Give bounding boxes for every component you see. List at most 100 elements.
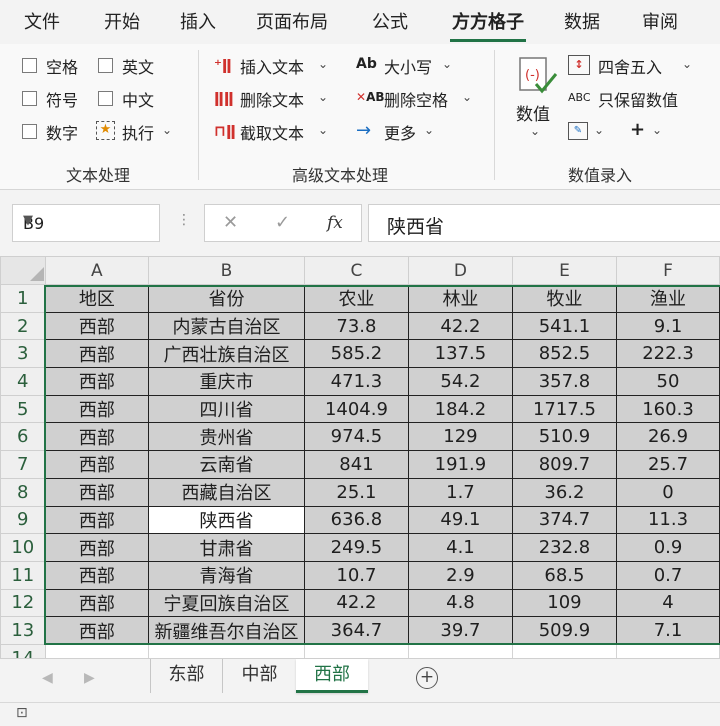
cell-e6[interactable]: 510.9	[511, 422, 618, 452]
tab-file[interactable]: 文件	[24, 8, 60, 34]
column-header-c[interactable]: C	[303, 256, 410, 285]
execute-button[interactable]: ★ 执行 ⌄	[96, 120, 182, 143]
cell-b12[interactable]: 宁夏回族自治区	[148, 588, 305, 618]
add-menu-button[interactable]: + ⌄	[628, 119, 672, 144]
cell-a5[interactable]: 西部	[44, 394, 150, 424]
format-menu-button[interactable]: ✎ ⌄	[568, 120, 616, 144]
case-button[interactable]: Ab 大小写 ⌄	[356, 54, 456, 78]
prev-sheet-icon[interactable]: ◀	[42, 670, 53, 686]
cell-d9[interactable]: 49.1	[408, 505, 513, 535]
cell-a7[interactable]: 西部	[44, 450, 150, 479]
add-sheet-icon[interactable]: +	[416, 667, 438, 689]
cell-a1[interactable]: 地区	[44, 284, 150, 313]
cell-f12[interactable]: 4	[616, 588, 720, 618]
cell-c6[interactable]: 974.5	[303, 422, 410, 452]
cell-c8[interactable]: 25.1	[303, 477, 410, 507]
cell-e12[interactable]: 109	[511, 588, 618, 618]
column-header-b[interactable]: B	[148, 256, 305, 285]
keep-values-button[interactable]: ABC 只保留数值	[568, 87, 698, 111]
cell-d5[interactable]: 184.2	[408, 394, 513, 424]
cell-c3[interactable]: 585.2	[303, 339, 410, 369]
cell-a13[interactable]: 西部	[44, 616, 150, 645]
cell-e8[interactable]: 36.2	[511, 477, 618, 507]
cell-a6[interactable]: 西部	[44, 422, 150, 452]
function-icon[interactable]: fx	[327, 213, 343, 233]
cell-f9[interactable]: 11.3	[616, 505, 720, 535]
cell-c14[interactable]	[303, 643, 410, 658]
row-header[interactable]: 2	[0, 311, 46, 341]
sheet-tab-east[interactable]: 东部	[150, 659, 222, 693]
tab-review[interactable]: 审阅	[642, 8, 678, 34]
name-box[interactable]: B9 ▼	[12, 204, 160, 242]
row-header[interactable]: 6	[0, 422, 46, 452]
cell-c10[interactable]: 249.5	[303, 533, 410, 562]
cell-c13[interactable]: 364.7	[303, 616, 410, 645]
round-button[interactable]: ↕ 四舍五入 ⌄	[568, 54, 698, 78]
cell-e11[interactable]: 68.5	[511, 560, 618, 590]
tab-insert[interactable]: 插入	[180, 8, 216, 34]
insert-text-button[interactable]: ⁺ǁ 插入文本 ⌄	[214, 54, 332, 78]
cell-f8[interactable]: 0	[616, 477, 720, 507]
cell-b4[interactable]: 重庆市	[148, 367, 305, 396]
cell-a10[interactable]: 西部	[44, 533, 150, 562]
cell-c2[interactable]: 73.8	[303, 311, 410, 341]
cell-e14[interactable]	[511, 643, 618, 658]
cell-b1[interactable]: 省份	[148, 284, 305, 313]
cell-b2[interactable]: 内蒙古自治区	[148, 311, 305, 341]
cell-b8[interactable]: 西藏自治区	[148, 477, 305, 507]
cell-a3[interactable]: 西部	[44, 339, 150, 369]
cell-b5[interactable]: 四川省	[148, 394, 305, 424]
cell-d13[interactable]: 39.7	[408, 616, 513, 645]
cell-b7[interactable]: 云南省	[148, 450, 305, 479]
cell-f11[interactable]: 0.7	[616, 560, 720, 590]
accessibility-icon[interactable]: ⊡	[16, 705, 28, 721]
cell-d7[interactable]: 191.9	[408, 450, 513, 479]
cell-f13[interactable]: 7.1	[616, 616, 720, 645]
row-header[interactable]: 5	[0, 394, 46, 424]
cell-c11[interactable]: 10.7	[303, 560, 410, 590]
tab-data[interactable]: 数据	[564, 8, 600, 34]
cell-f4[interactable]: 50	[616, 367, 720, 396]
cell-e3[interactable]: 852.5	[511, 339, 618, 369]
tab-fangfang-gezi[interactable]: 方方格子	[450, 8, 526, 42]
chinese-checkbox[interactable]	[98, 91, 113, 106]
cell-f6[interactable]: 26.9	[616, 422, 720, 452]
cell-b3[interactable]: 广西壮族自治区	[148, 339, 305, 369]
row-header[interactable]: 9	[0, 505, 46, 535]
cell-a9[interactable]: 西部	[44, 505, 150, 535]
value-button[interactable]: (-) 数值 ⌄	[510, 52, 562, 148]
sheet-tab-west[interactable]: 西部	[296, 659, 368, 693]
cell-f14[interactable]	[616, 643, 720, 658]
row-header[interactable]: 3	[0, 339, 46, 369]
cell-a2[interactable]: 西部	[44, 311, 150, 341]
cell-b6[interactable]: 贵州省	[148, 422, 305, 452]
row-header[interactable]: 1	[0, 284, 46, 313]
cell-d12[interactable]: 4.8	[408, 588, 513, 618]
tab-page-layout[interactable]: 页面布局	[256, 8, 328, 34]
cell-f3[interactable]: 222.3	[616, 339, 720, 369]
cell-f7[interactable]: 25.7	[616, 450, 720, 479]
cell-c1[interactable]: 农业	[303, 284, 410, 313]
more-button[interactable]: → 更多 ⌄	[356, 120, 442, 144]
formula-bar-grip-icon[interactable]: ⋮	[177, 212, 191, 228]
cell-a8[interactable]: 西部	[44, 477, 150, 507]
cancel-icon[interactable]: ✕	[223, 212, 238, 233]
tab-formulas[interactable]: 公式	[372, 8, 408, 34]
cell-d8[interactable]: 1.7	[408, 477, 513, 507]
row-header[interactable]: 11	[0, 560, 46, 590]
cell-b11[interactable]: 青海省	[148, 560, 305, 590]
cell-b13[interactable]: 新疆维吾尔自治区	[148, 616, 305, 645]
row-header[interactable]: 10	[0, 533, 46, 562]
name-box-dropdown-icon[interactable]: ▼	[23, 213, 151, 228]
space-checkbox[interactable]	[22, 58, 37, 73]
column-header-e[interactable]: E	[511, 256, 618, 285]
select-all-corner[interactable]	[0, 256, 46, 285]
cell-e13[interactable]: 509.9	[511, 616, 618, 645]
cell-d11[interactable]: 2.9	[408, 560, 513, 590]
cell-c12[interactable]: 42.2	[303, 588, 410, 618]
cell-c5[interactable]: 1404.9	[303, 394, 410, 424]
cell-d2[interactable]: 42.2	[408, 311, 513, 341]
symbol-checkbox[interactable]	[22, 91, 37, 106]
confirm-icon[interactable]: ✓	[275, 212, 290, 233]
cell-e5[interactable]: 1717.5	[511, 394, 618, 424]
